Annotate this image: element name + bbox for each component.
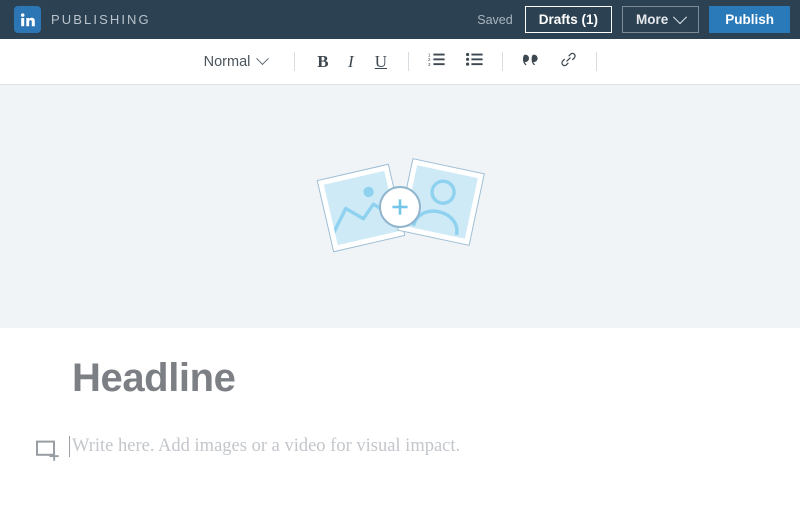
- quote-icon: [522, 53, 539, 71]
- text-style-dropdown[interactable]: Normal: [190, 39, 282, 84]
- ordered-list-icon: 1 2 3: [428, 52, 445, 71]
- italic-button[interactable]: I: [337, 39, 366, 84]
- link-icon: [561, 52, 577, 72]
- more-button[interactable]: More: [621, 6, 700, 33]
- body-editor-row[interactable]: Write here. Add images or a video for vi…: [0, 435, 800, 467]
- bulleted-list-button[interactable]: [460, 39, 489, 84]
- add-photo-plus-button[interactable]: [379, 185, 421, 228]
- drafts-button[interactable]: Drafts (1): [524, 6, 612, 33]
- underline-button[interactable]: U: [366, 39, 395, 84]
- cover-image-dropzone[interactable]: [0, 85, 800, 328]
- drafts-button-label: Drafts (1): [538, 12, 598, 27]
- add-media-icon[interactable]: [36, 440, 60, 467]
- publish-button-label: Publish: [725, 12, 774, 27]
- add-photos-illustration: [316, 157, 485, 255]
- publish-button[interactable]: Publish: [709, 6, 790, 33]
- svg-text:3: 3: [428, 62, 431, 66]
- body-placeholder-label: Write here. Add images or a video for vi…: [72, 436, 461, 456]
- more-button-label: More: [635, 12, 669, 27]
- ordered-list-button[interactable]: 1 2 3: [422, 39, 451, 84]
- text-style-label: Normal: [203, 53, 251, 70]
- toolbar-divider: [502, 52, 504, 71]
- formatting-toolbar: Normal B I U 1 2 3: [0, 39, 800, 85]
- chevron-down-icon: [256, 52, 270, 66]
- italic-icon: I: [348, 52, 354, 71]
- toolbar-divider: [596, 52, 598, 71]
- toolbar-divider: [294, 52, 296, 71]
- text-cursor: [69, 436, 70, 457]
- brand[interactable]: PUBLISHING: [14, 6, 151, 33]
- chevron-down-icon: [673, 9, 688, 24]
- quote-button[interactable]: [516, 39, 545, 84]
- brand-label: PUBLISHING: [51, 12, 151, 27]
- underline-icon: U: [374, 52, 387, 71]
- article-editor: Headline Write here. Add images or a vid…: [0, 328, 800, 467]
- headline-input[interactable]: Headline: [72, 356, 800, 401]
- header-actions: Saved Drafts (1) More Publish: [477, 6, 790, 33]
- toolbar-divider: [408, 52, 410, 71]
- bold-button[interactable]: B: [308, 39, 337, 84]
- link-button[interactable]: [554, 39, 583, 84]
- app-header: PUBLISHING Saved Drafts (1) More Publish: [0, 0, 800, 39]
- save-status: Saved: [477, 12, 513, 27]
- bulleted-list-icon: [466, 52, 483, 71]
- plus-icon: [392, 198, 408, 215]
- linkedin-logo-icon[interactable]: [14, 6, 41, 33]
- bold-icon: B: [317, 52, 329, 71]
- body-input[interactable]: Write here. Add images or a video for vi…: [69, 435, 460, 458]
